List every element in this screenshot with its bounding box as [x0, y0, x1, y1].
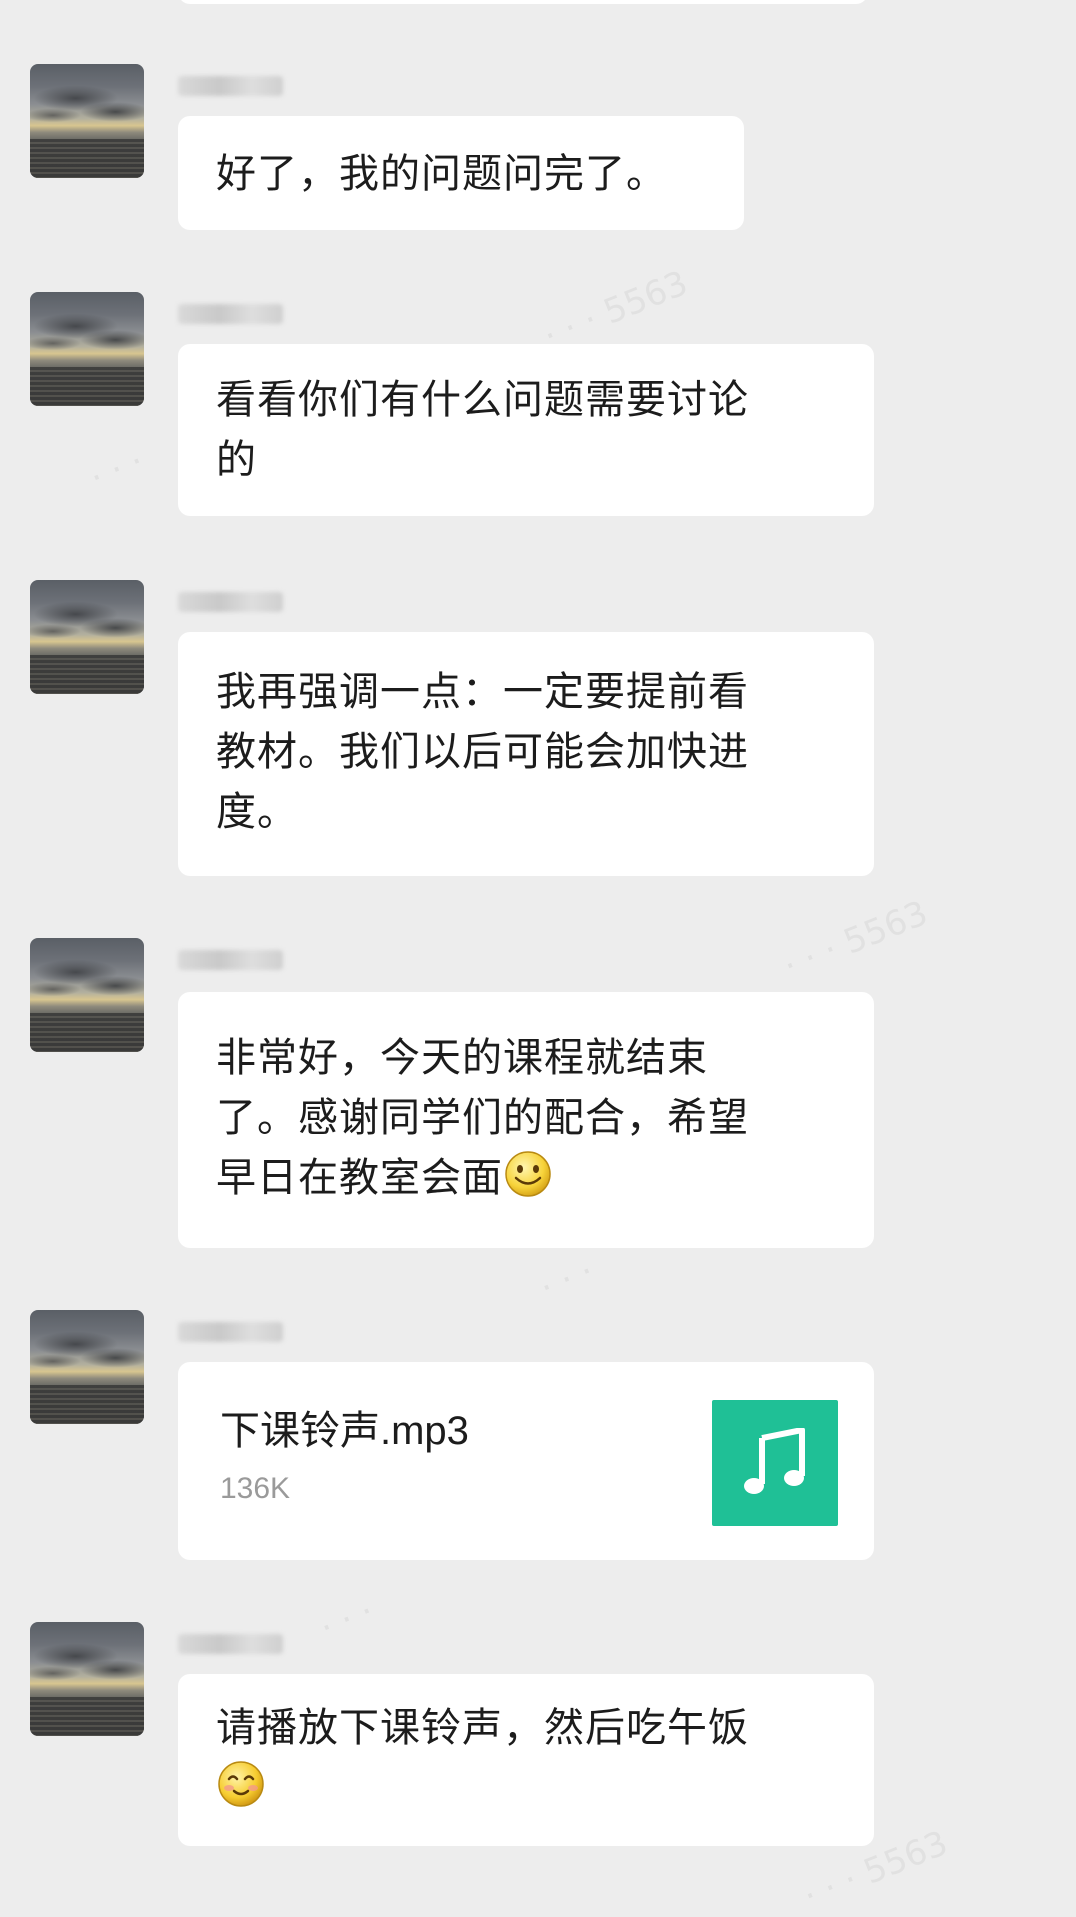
message-bubble[interactable]: 我再强调一点：一定要提前看 教材。我们以后可能会加快进 度。 [178, 632, 874, 876]
music-note-icon [712, 1400, 838, 1526]
watermark: · · · [84, 441, 150, 499]
watermark: · · · [534, 1251, 600, 1309]
file-message-card[interactable]: 下课铃声.mp3 136K [178, 1362, 874, 1560]
message-bubble[interactable]: 非常好，今天的课程就结束 了。感谢同学们的配合，希望 早日在教室会面 [178, 992, 874, 1248]
watermark: · · · [314, 1591, 380, 1649]
message-text: 看看你们有什么问题需要讨论 的 [216, 377, 749, 483]
sender-name-blurred [178, 70, 288, 100]
sender-name-blurred [178, 1316, 288, 1346]
message-bubble[interactable]: 好了，我的问题问完了。 [178, 116, 744, 230]
message-bubble[interactable]: 看看你们有什么问题需要讨论 的 [178, 344, 874, 516]
sender-name-blurred [178, 298, 288, 328]
smile-emoji-icon [503, 1149, 553, 1199]
message-bubble[interactable]: 请播放下课铃声，然后吃午饭 [178, 1674, 874, 1846]
file-size: 136K [220, 1472, 291, 1505]
sender-avatar[interactable] [30, 1310, 144, 1424]
file-name: 下课铃声.mp3 [220, 1409, 469, 1453]
message-text: 好了，我的问题问完了。 [216, 151, 667, 197]
sender-avatar[interactable] [30, 1622, 144, 1736]
sender-avatar[interactable] [30, 64, 144, 178]
watermark: · · · 5563 [778, 893, 934, 987]
message-text: 请播放下课铃声，然后吃午饭 [216, 1705, 749, 1751]
sender-avatar[interactable] [30, 938, 144, 1052]
sender-avatar[interactable] [30, 292, 144, 406]
watermark: · · · 5563 [538, 263, 694, 357]
message-text: 非常好，今天的课程就结束 了。感谢同学们的配合，希望 早日在教室会面 [216, 1035, 749, 1201]
message-text: 我再强调一点：一定要提前看 教材。我们以后可能会加快进 度。 [216, 669, 749, 835]
sender-name-blurred [178, 1628, 288, 1658]
previous-message-bubble[interactable] [178, 0, 868, 4]
sender-avatar[interactable] [30, 580, 144, 694]
blush-emoji-icon [216, 1759, 266, 1809]
chat-area[interactable]: · · · 5563 · · · · · · 5563 · · · · · · … [0, 0, 1076, 1917]
sender-name-blurred [178, 944, 288, 974]
sender-name-blurred [178, 586, 288, 616]
